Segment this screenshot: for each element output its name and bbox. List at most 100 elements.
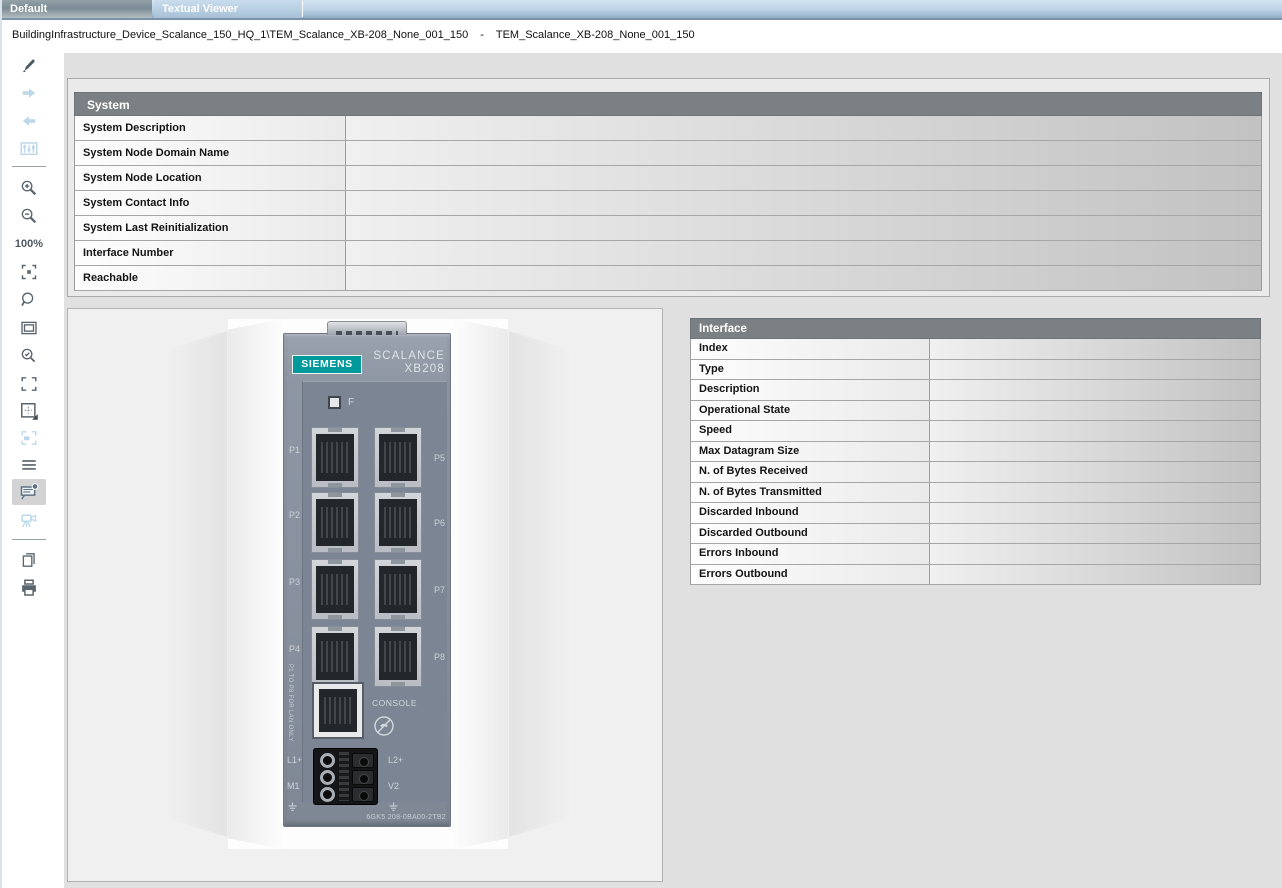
table-value	[346, 241, 1261, 265]
table-row: System Node Domain Name	[74, 141, 1262, 166]
interface-table-header: Interface	[690, 318, 1261, 339]
select-area-icon[interactable]	[12, 425, 46, 451]
port-label-p5: P5	[434, 453, 445, 463]
table-row: System Description	[74, 116, 1262, 141]
sliders-icon[interactable]	[12, 136, 46, 162]
terminal-screw	[320, 787, 335, 802]
console-label: CONSOLE	[372, 698, 417, 708]
terminal-label-l1: L1+	[287, 755, 302, 765]
console-port	[312, 682, 364, 739]
table-value	[930, 483, 1260, 503]
terminal-socket	[352, 753, 374, 768]
device-image: SIEMENS SCALANCE XB208 F P	[283, 333, 451, 827]
tab-default[interactable]: Default	[2, 0, 152, 18]
breadcrumb-title: TEM_Scalance_XB-208_None_001_150	[496, 29, 695, 41]
table-row: System Contact Info	[74, 191, 1262, 216]
din-rail-clip	[327, 321, 407, 335]
table-value	[930, 401, 1260, 421]
arrow-right-icon[interactable]	[12, 80, 46, 106]
table-value	[346, 216, 1261, 240]
table-row: Max Datagram Size	[690, 442, 1261, 463]
breadcrumb-separator: -	[480, 29, 484, 41]
model-label: XB208	[373, 363, 445, 376]
lan-only-note: P1 TO P8 FOR LAN ONLY	[287, 664, 293, 746]
table-row: Speed	[690, 421, 1261, 442]
copy-page-icon[interactable]	[12, 547, 46, 573]
rj45-port-p4	[311, 626, 359, 687]
rj45-port-p5	[374, 427, 422, 488]
port-label-p8: P8	[434, 652, 445, 662]
left-toolbar: 100%	[2, 50, 64, 888]
zoom-level-label[interactable]: 100%	[12, 231, 46, 257]
toolbar-separator	[12, 166, 46, 167]
zoom-out-icon[interactable]	[12, 203, 46, 229]
device-model-label: SCALANCE XB208	[373, 350, 445, 376]
arrow-left-icon[interactable]	[12, 108, 46, 134]
table-value	[930, 524, 1260, 544]
plate-shade	[228, 319, 283, 849]
print-icon[interactable]	[12, 575, 46, 601]
device-view-panel: SIEMENS SCALANCE XB208 F P	[67, 308, 663, 882]
article-number: 6GK5 208-0BA00-2TB2	[366, 814, 446, 821]
product-line-label: SCALANCE	[373, 350, 445, 363]
table-value	[346, 116, 1261, 140]
fault-led-label: F	[348, 397, 354, 408]
port-label-p7: P7	[434, 585, 445, 595]
terminal-screw	[320, 770, 335, 785]
table-row: Errors Outbound	[690, 565, 1261, 586]
select-region-icon[interactable]	[12, 371, 46, 397]
table-value	[930, 565, 1260, 585]
breadcrumb-path: BuildingInfrastructure_Device_Scalance_1…	[12, 29, 468, 41]
table-row: N. of Bytes Transmitted	[690, 483, 1261, 504]
device-image-plate: SIEMENS SCALANCE XB208 F P	[228, 319, 508, 849]
table-value	[930, 421, 1260, 441]
table-row: Operational State	[690, 401, 1261, 422]
rj45-port-p3	[311, 559, 359, 620]
edit-pen-icon[interactable]	[12, 52, 46, 78]
table-value	[346, 141, 1261, 165]
fit-window-icon[interactable]	[12, 315, 46, 341]
table-row: System Node Location	[74, 166, 1262, 191]
system-table-header: System	[74, 92, 1262, 116]
terminal-label-m1: M1	[287, 781, 300, 791]
port-label-p6: P6	[434, 518, 445, 528]
table-value	[346, 166, 1261, 190]
power-terminal-block	[313, 748, 378, 805]
zoom-in-icon[interactable]	[12, 175, 46, 201]
table-value	[930, 360, 1260, 380]
table-row: Index	[690, 339, 1261, 360]
device-image-flap	[162, 331, 227, 837]
ground-icon	[287, 802, 298, 815]
table-row: Description	[690, 380, 1261, 401]
magnifier-icon[interactable]	[12, 287, 46, 313]
port-label-p1: P1	[289, 445, 300, 455]
tab-textual-viewer[interactable]: Textual Viewer	[154, 0, 302, 18]
table-value	[346, 266, 1261, 290]
annotation-icon[interactable]	[12, 479, 46, 505]
table-row: Reachable	[74, 266, 1262, 291]
rj45-port-p6	[374, 492, 422, 553]
zoom-confirm-icon[interactable]	[12, 343, 46, 369]
breadcrumb-bar: BuildingInfrastructure_Device_Scalance_1…	[2, 20, 1282, 50]
no-phone-icon	[372, 714, 396, 738]
rj45-port-p1	[311, 427, 359, 488]
center-view-icon[interactable]	[12, 259, 46, 285]
terminal-label-l2: L2+	[388, 755, 403, 765]
terminal-socket	[352, 787, 374, 802]
table-value	[346, 191, 1261, 215]
layers-icon[interactable]	[12, 452, 46, 478]
table-value	[930, 380, 1260, 400]
camera-icon[interactable]	[12, 507, 46, 533]
interface-table: Interface Index Type Description Operati…	[690, 318, 1261, 585]
application-window: Default Textual Viewer BuildingInfrastru…	[0, 0, 1282, 888]
device-image-flap	[509, 331, 574, 837]
fault-led	[328, 396, 341, 409]
table-value	[930, 442, 1260, 462]
table-row: Discarded Outbound	[690, 524, 1261, 545]
pan-view-icon[interactable]	[12, 398, 46, 424]
table-value	[930, 544, 1260, 564]
table-row: N. of Bytes Received	[690, 462, 1261, 483]
table-row: Type	[690, 360, 1261, 381]
toolbar-separator	[12, 539, 46, 540]
port-label-p2: P2	[289, 510, 300, 520]
